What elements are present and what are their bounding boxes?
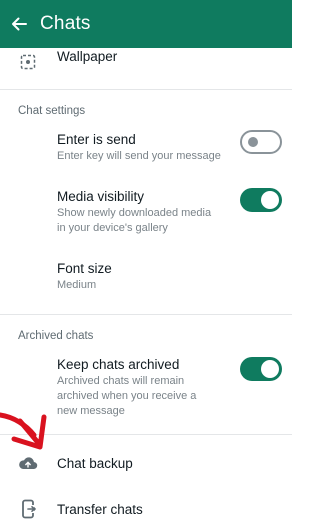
wallpaper-label: Wallpaper — [57, 49, 118, 64]
enter-is-send-row[interactable]: Enter is send Enter key will send your m… — [0, 128, 292, 168]
font-size-row[interactable]: Font size Medium — [0, 257, 292, 295]
transfer-chats-row[interactable]: Transfer chats — [0, 492, 292, 528]
chat-backup-row[interactable]: Chat backup — [0, 445, 292, 481]
enter-is-send-label: Enter is send — [57, 132, 136, 147]
media-visibility-row[interactable]: Media visibility Show newly downloaded m… — [0, 184, 292, 236]
transfer-chats-label: Transfer chats — [57, 502, 143, 517]
keep-chats-archived-label: Keep chats archived — [57, 357, 180, 372]
toggle-knob — [261, 191, 279, 209]
divider — [0, 89, 292, 90]
toggle-knob — [261, 360, 279, 378]
enter-is-send-description: Enter key will send your message — [57, 150, 221, 162]
font-size-value: Medium — [57, 279, 97, 291]
page-title: Chats — [40, 13, 91, 34]
cloud-upload-icon — [18, 453, 38, 473]
back-arrow-icon[interactable] — [10, 15, 28, 33]
divider — [0, 434, 292, 435]
media-visibility-description: Show newly downloaded media in your devi… — [57, 207, 212, 234]
wallpaper-row[interactable]: Wallpaper — [0, 48, 292, 80]
keep-chats-archived-row[interactable]: Keep chats archived Archived chats will … — [0, 353, 292, 417]
transfer-phone-icon — [18, 499, 38, 519]
keep-chats-archived-description: Archived chats will remain archived when… — [57, 375, 197, 417]
toggle-knob — [248, 137, 258, 147]
media-visibility-label: Media visibility — [57, 189, 145, 204]
chat-backup-label: Chat backup — [57, 456, 133, 471]
section-header-archived-chats: Archived chats — [18, 330, 94, 342]
keep-chats-archived-toggle[interactable] — [240, 357, 282, 381]
section-header-chat-settings: Chat settings — [18, 105, 86, 117]
wallpaper-icon — [18, 52, 38, 72]
font-size-label: Font size — [57, 261, 112, 276]
enter-is-send-toggle[interactable] — [240, 130, 282, 154]
media-visibility-toggle[interactable] — [240, 188, 282, 212]
divider — [0, 314, 292, 315]
app-bar: Chats — [0, 0, 292, 48]
